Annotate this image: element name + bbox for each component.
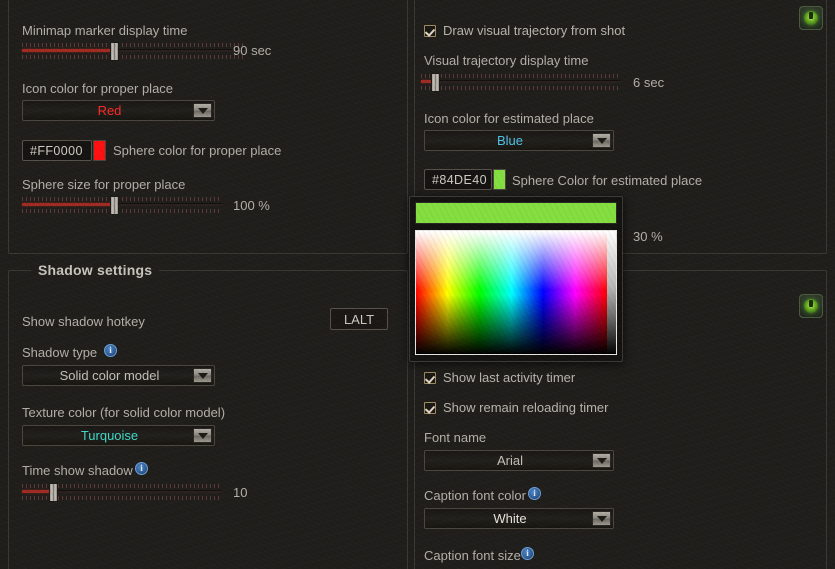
slider-ticks-bottom (22, 209, 222, 213)
chevron-down-icon[interactable] (193, 103, 212, 118)
settings-screen: Plugin 'SpgHunter - find enemy arty' Min… (0, 0, 835, 569)
slider-track (421, 80, 621, 83)
show-remain-reloading-timer-label: Show remain reloading timer (443, 400, 609, 415)
texture-color-dropdown[interactable]: Turquoise (22, 425, 215, 446)
sphere-color-estimated-place-swatch[interactable] (493, 169, 506, 190)
texture-color-label: Texture color (for solid color model) (22, 405, 226, 420)
font-name-dropdown[interactable]: Arial (424, 450, 614, 471)
power-icon (804, 11, 818, 25)
draw-visual-trajectory-label: Draw visual trajectory from shot (443, 23, 626, 38)
slider-ticks-top (421, 74, 621, 78)
slider-fill (22, 203, 114, 206)
show-last-activity-timer-checkbox-row[interactable]: Show last activity timer (424, 370, 575, 385)
chevron-down-icon[interactable] (193, 368, 212, 383)
slider-handle[interactable] (110, 196, 119, 215)
time-show-shadow-label: Time show shadow (22, 463, 133, 478)
show-shadow-hotkey-label: Show shadow hotkey (22, 314, 145, 329)
chevron-down-icon[interactable] (592, 133, 611, 148)
slider-handle[interactable] (110, 42, 119, 61)
sphere-size-proper-place-label: Sphere size for proper place (22, 177, 186, 192)
sphere-color-proper-place-hex-input[interactable]: #FF0000 (22, 140, 92, 161)
sphere-color-estimated-place-label: Sphere Color for estimated place (512, 173, 703, 188)
slider-ticks-top (22, 197, 222, 201)
shadow-type-value: Solid color model (59, 368, 160, 383)
chevron-down-icon[interactable] (193, 428, 212, 443)
show-remain-reloading-timer-checkbox-row[interactable]: Show remain reloading timer (424, 400, 608, 415)
caption-font-color-dropdown[interactable]: White (424, 508, 614, 529)
slider-ticks-bottom (421, 86, 621, 90)
color-preview-swatch (415, 202, 617, 224)
info-icon[interactable]: i (135, 462, 148, 475)
sphere-color-proper-place-label: Sphere color for proper place (113, 143, 282, 158)
grayscale-strip[interactable] (607, 231, 616, 354)
slider-fill (22, 49, 114, 52)
show-shadow-hotkey-button[interactable]: LALT (330, 308, 388, 330)
minimap-marker-display-time-label: Minimap marker display time (22, 23, 188, 38)
caption-font-color-value: White (493, 511, 527, 526)
spghunter-enable-toggle[interactable] (799, 6, 823, 30)
visual-trajectory-display-time-label: Visual trajectory display time (424, 53, 589, 68)
minimap-marker-display-time-value: 90 sec (233, 43, 272, 58)
sphere-color-proper-place-swatch[interactable] (93, 140, 106, 161)
minimap-marker-display-time-slider[interactable] (22, 42, 244, 61)
sphere-size-estimated-place-value: 30 % (633, 229, 663, 244)
visual-trajectory-display-time-slider[interactable] (421, 73, 621, 92)
panel-shadow-settings-title: Shadow settings (31, 262, 160, 278)
icon-color-proper-place-label: Icon color for proper place (22, 81, 174, 96)
chevron-down-icon[interactable] (592, 453, 611, 468)
info-icon[interactable]: i (521, 547, 534, 560)
slider-ticks-top (22, 43, 244, 47)
chevron-down-icon[interactable] (592, 511, 611, 526)
icon-color-proper-place-value: Red (97, 103, 122, 118)
visual-trajectory-display-time-value: 6 sec (633, 75, 665, 90)
icon-color-estimated-place-dropdown[interactable]: Blue (424, 130, 614, 151)
draw-visual-trajectory-checkbox-row[interactable]: Draw visual trajectory from shot (424, 23, 625, 38)
sphere-size-proper-place-slider[interactable] (22, 196, 222, 215)
time-show-shadow-slider[interactable] (22, 483, 222, 502)
time-show-shadow-value: 10 (233, 485, 248, 500)
color-picker-popup[interactable] (409, 196, 623, 362)
panel-spghunter-left: Plugin 'SpgHunter - find enemy arty' (8, 0, 408, 254)
shadow-type-label: Shadow type (22, 345, 98, 360)
sphere-color-estimated-place-hex-input[interactable]: #84DE40 (424, 169, 492, 190)
show-last-activity-timer-label: Show last activity timer (443, 370, 576, 385)
checkbox-icon[interactable] (424, 24, 436, 37)
icon-color-estimated-place-value: Blue (496, 133, 524, 148)
checkbox-icon[interactable] (424, 371, 436, 384)
icon-color-proper-place-dropdown[interactable]: Red (22, 100, 215, 121)
checkbox-icon[interactable] (424, 401, 436, 414)
slider-handle[interactable] (431, 73, 440, 92)
color-gradient-field[interactable] (415, 230, 617, 355)
icon-color-estimated-place-label: Icon color for estimated place (424, 111, 594, 126)
font-name-value: Arial (496, 453, 523, 468)
shadow-type-dropdown[interactable]: Solid color model (22, 365, 215, 386)
font-name-label: Font name (424, 430, 487, 445)
info-icon[interactable]: i (528, 487, 541, 500)
slider-ticks-bottom (22, 55, 244, 59)
slider-handle[interactable] (49, 483, 58, 502)
hue-saturation-area[interactable] (416, 231, 607, 354)
sphere-size-proper-place-value: 100 % (233, 198, 270, 213)
caption-font-size-label: Caption font size (424, 548, 521, 563)
power-icon (804, 299, 818, 313)
info-icon[interactable]: i (104, 344, 117, 357)
texture-color-value: Turquoise (80, 428, 139, 443)
caption-font-color-label: Caption font color (424, 488, 526, 503)
shadow-enable-toggle[interactable] (799, 294, 823, 318)
